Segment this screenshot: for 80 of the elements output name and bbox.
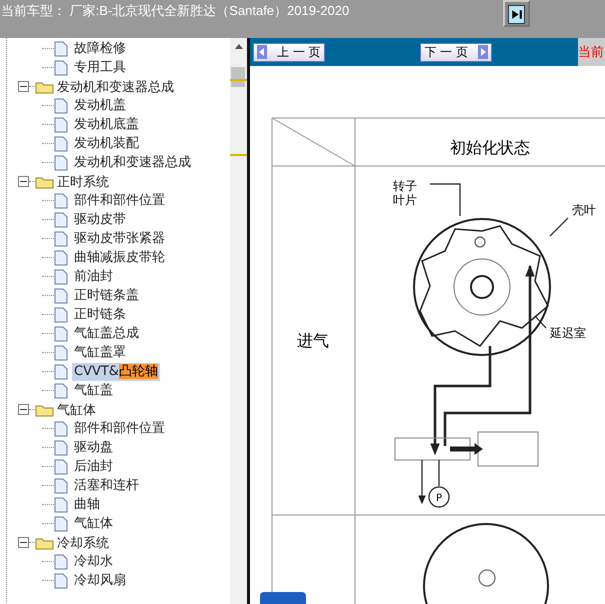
tree-item[interactable]: 冷却风扇 [72, 572, 128, 590]
scrollbar[interactable] [230, 38, 247, 604]
left-arrow-icon [257, 45, 267, 59]
page-icon [54, 496, 68, 512]
scroll-thumb[interactable] [231, 67, 245, 87]
search-marker [230, 79, 247, 81]
page-icon [54, 478, 68, 494]
page-icon [54, 420, 68, 436]
page-icon [54, 572, 68, 588]
right-arrow-icon [478, 45, 488, 59]
page-icon [54, 554, 68, 570]
folder-icon [35, 402, 55, 416]
page-icon [54, 268, 68, 284]
tree-item[interactable]: 曲轴减振皮带轮 [72, 248, 167, 266]
next-page-button[interactable]: 下 一 页 [420, 42, 492, 62]
page-icon [54, 364, 68, 380]
exit-button[interactable] [503, 0, 530, 27]
tree-item[interactable]: 专用工具 [72, 58, 128, 76]
tree-item[interactable]: 气缸体 [72, 514, 115, 532]
current-label: 当前 [578, 44, 604, 61]
tree-item[interactable]: 驱动皮带张紧器 [72, 230, 167, 248]
page-icon [54, 326, 68, 342]
page-icon [54, 440, 68, 456]
search-marker [230, 154, 247, 156]
page-icon [54, 230, 68, 246]
page-icon [54, 60, 68, 76]
tree-item[interactable]: 活塞和连杆 [72, 476, 141, 494]
column-header: 初始化状态 [450, 138, 530, 157]
folder-icon [35, 536, 55, 550]
tree-item[interactable]: 部件和部件位置 [72, 192, 167, 210]
page-icon [54, 212, 68, 228]
row-label: 进气 [297, 331, 329, 350]
collapse-toggle[interactable] [18, 537, 29, 548]
page-icon [54, 306, 68, 322]
tree-item[interactable]: 正时链条 [72, 306, 128, 324]
chamber-label: 延迟室 [550, 326, 586, 340]
tree-folder[interactable]: 气缸体 [57, 400, 96, 418]
folder-icon [35, 174, 55, 188]
tree-item[interactable]: 前油封 [72, 268, 115, 286]
page-icon [54, 382, 68, 398]
page-icon [54, 250, 68, 266]
tree-item[interactable]: CVVT&凸轮轴 [72, 362, 160, 380]
tree-item[interactable]: 后油封 [72, 458, 115, 476]
tree-item[interactable]: 发动机装配 [72, 134, 141, 152]
page-icon [54, 458, 68, 474]
tree-item[interactable]: 冷却水 [72, 552, 115, 570]
collapse-toggle[interactable] [18, 404, 29, 415]
page-icon [54, 344, 68, 360]
collapse-toggle[interactable] [18, 81, 29, 92]
tree-folder[interactable]: 冷却系统 [57, 534, 109, 552]
scroll-up-icon [234, 44, 242, 49]
housing-label: 壳叶 [572, 203, 596, 217]
tree-item[interactable]: 发动机和变速器总成 [72, 154, 193, 172]
vehicle-title: 当前车型： 厂家:B-北京现代全新胜达（Santafe）2019-2020 [0, 2, 350, 20]
page-icon [54, 136, 68, 152]
tree-item[interactable]: 曲轴 [72, 496, 102, 514]
page-icon [54, 154, 68, 170]
page-icon [54, 40, 68, 56]
tree-folder[interactable]: 发动机和变速器总成 [57, 78, 174, 96]
previous-page-button[interactable]: 上 一 页 [253, 42, 325, 62]
tree-item[interactable]: 驱动盘 [72, 438, 115, 456]
page-icon [54, 116, 68, 132]
tree-folder[interactable]: 正时系统 [57, 172, 109, 190]
tree-item[interactable]: 气缸盖罩 [72, 344, 128, 362]
collapse-toggle[interactable] [18, 176, 29, 187]
pump-label: P [436, 493, 442, 504]
tree-item[interactable]: 正时链条盖 [72, 286, 141, 304]
tree-item[interactable]: 驱动皮带 [72, 210, 128, 228]
tree-item[interactable]: 发动机盖 [72, 96, 128, 114]
page-icon [54, 288, 68, 304]
rotor-label: 转子 叶片 [393, 179, 417, 207]
tree-item[interactable]: 发动机底盖 [72, 116, 141, 134]
page-icon [54, 192, 68, 208]
folder-icon [35, 80, 55, 94]
tree-item[interactable]: 故障检修 [72, 40, 128, 58]
tree-item[interactable]: 气缸盖总成 [72, 324, 141, 342]
page-icon [54, 516, 68, 532]
tree-item[interactable]: 气缸盖 [72, 382, 115, 400]
tree-item[interactable]: 部件和部件位置 [72, 420, 167, 438]
page-icon [54, 98, 68, 114]
